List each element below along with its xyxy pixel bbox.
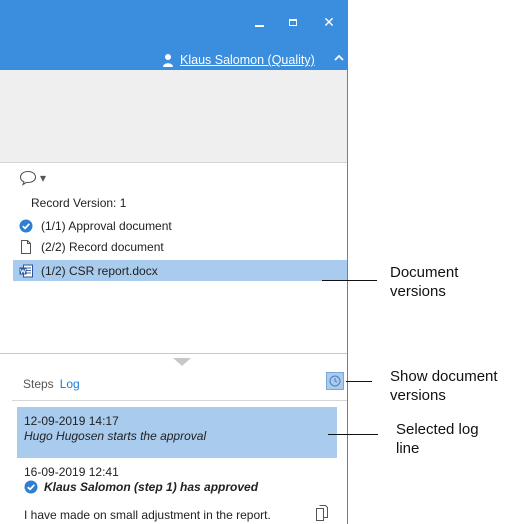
- speech-bubble-icon: [19, 170, 37, 186]
- annotation-selected-log: Selected log line: [396, 420, 479, 458]
- blank-page-icon: [21, 240, 31, 254]
- user-name-link[interactable]: Klaus Salomon (Quality): [180, 53, 315, 67]
- show-document-versions-button[interactable]: [326, 372, 344, 390]
- log-date: 12-09-2019 14:17: [24, 414, 119, 428]
- annotation-text: versions: [390, 387, 446, 404]
- annotation-text: versions: [390, 283, 446, 300]
- log-date: 16-09-2019 12:41: [24, 465, 119, 479]
- annotation-show-versions: Show document versions: [390, 367, 498, 405]
- user-icon: [163, 54, 173, 67]
- tab-bar: Steps Log: [23, 377, 80, 391]
- log-comment: I have made on small adjustment in the r…: [24, 508, 271, 522]
- annotation-text: Document: [390, 264, 459, 281]
- chevron-down-icon: ▾: [40, 171, 47, 185]
- word-doc-icon: [19, 264, 33, 277]
- log-line[interactable]: 16-09-2019 12:41 Klaus Salomon (step 1) …: [24, 465, 344, 494]
- annotation-line: [322, 280, 377, 281]
- annotation-document-versions: Document versions: [390, 263, 458, 301]
- log-text: Hugo Hugosen starts the approval: [24, 429, 207, 443]
- header-content-area: [0, 70, 347, 163]
- record-version-label: Record Version: 1: [31, 196, 127, 210]
- app-panel: ✕ Klaus Salomon (Quality) ▾ Record Versi…: [0, 0, 348, 524]
- copy-icon[interactable]: [315, 505, 329, 521]
- clock-icon: [329, 375, 341, 387]
- document-item-selected[interactable]: (1/2) CSR report.docx: [13, 260, 347, 281]
- log-line-selected[interactable]: 12-09-2019 14:17 Hugo Hugosen starts the…: [17, 407, 337, 458]
- document-label: (2/2) Record document: [41, 240, 164, 254]
- tab-steps[interactable]: Steps: [23, 377, 54, 391]
- annotation-line: [346, 381, 372, 382]
- chevron-up-icon[interactable]: [333, 52, 345, 64]
- annotation-text: Selected log: [396, 421, 479, 438]
- document-label: (1/2) CSR report.docx: [41, 263, 158, 278]
- document-item[interactable]: (2/2) Record document: [19, 237, 164, 257]
- annotation-line: [328, 434, 378, 435]
- panel-splitter[interactable]: [0, 353, 347, 354]
- log-divider: [12, 400, 347, 401]
- log-text: Klaus Salomon (step 1) has approved: [44, 480, 259, 494]
- check-circle-icon: [19, 219, 33, 233]
- splitter-arrow-icon[interactable]: [173, 358, 191, 366]
- check-circle-icon: [24, 480, 38, 494]
- log-approval: Klaus Salomon (step 1) has approved: [24, 480, 344, 494]
- annotation-text: Show document: [390, 368, 498, 385]
- minimize-button[interactable]: [248, 12, 270, 34]
- comment-menu[interactable]: ▾: [19, 170, 46, 186]
- user-account[interactable]: Klaus Salomon (Quality): [162, 50, 315, 70]
- tab-log[interactable]: Log: [60, 377, 80, 391]
- document-item[interactable]: (1/1) Approval document: [19, 216, 172, 236]
- maximize-button[interactable]: [282, 12, 304, 34]
- title-bar: ✕ Klaus Salomon (Quality): [0, 0, 347, 70]
- close-button[interactable]: ✕: [318, 12, 340, 34]
- annotation-text: line: [396, 440, 420, 457]
- document-label: (1/1) Approval document: [41, 219, 172, 233]
